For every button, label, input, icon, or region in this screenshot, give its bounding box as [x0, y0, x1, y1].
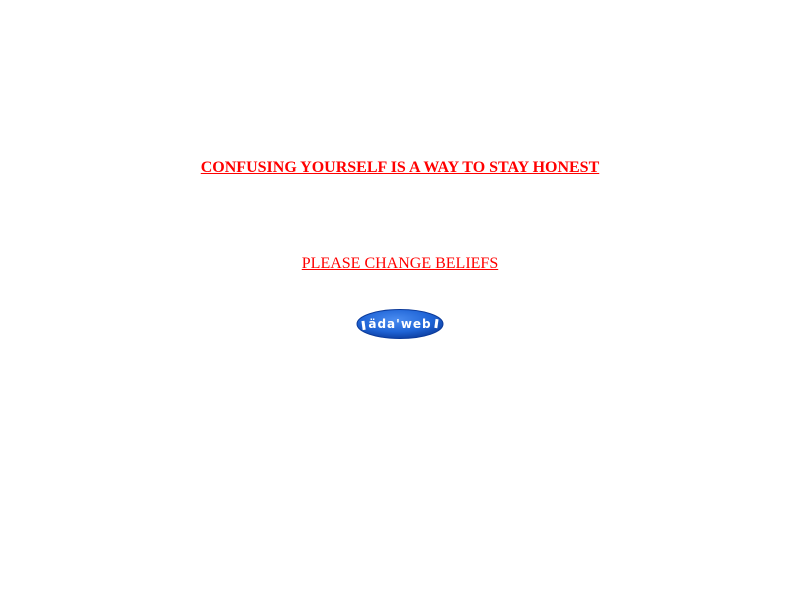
- headline: CONFUSING YOURSELF IS A WAY TO STAY HONE…: [0, 158, 800, 178]
- adaweb-logo-link[interactable]: äda'web: [356, 308, 444, 340]
- adaweb-logo-icon: äda'web: [356, 309, 444, 339]
- subline: PLEASE CHANGE BELIEFS: [0, 254, 800, 274]
- logo-text: äda'web: [368, 317, 431, 331]
- change-beliefs-link[interactable]: PLEASE CHANGE BELIEFS: [302, 255, 498, 272]
- headline-link[interactable]: CONFUSING YOURSELF IS A WAY TO STAY HONE…: [201, 159, 600, 176]
